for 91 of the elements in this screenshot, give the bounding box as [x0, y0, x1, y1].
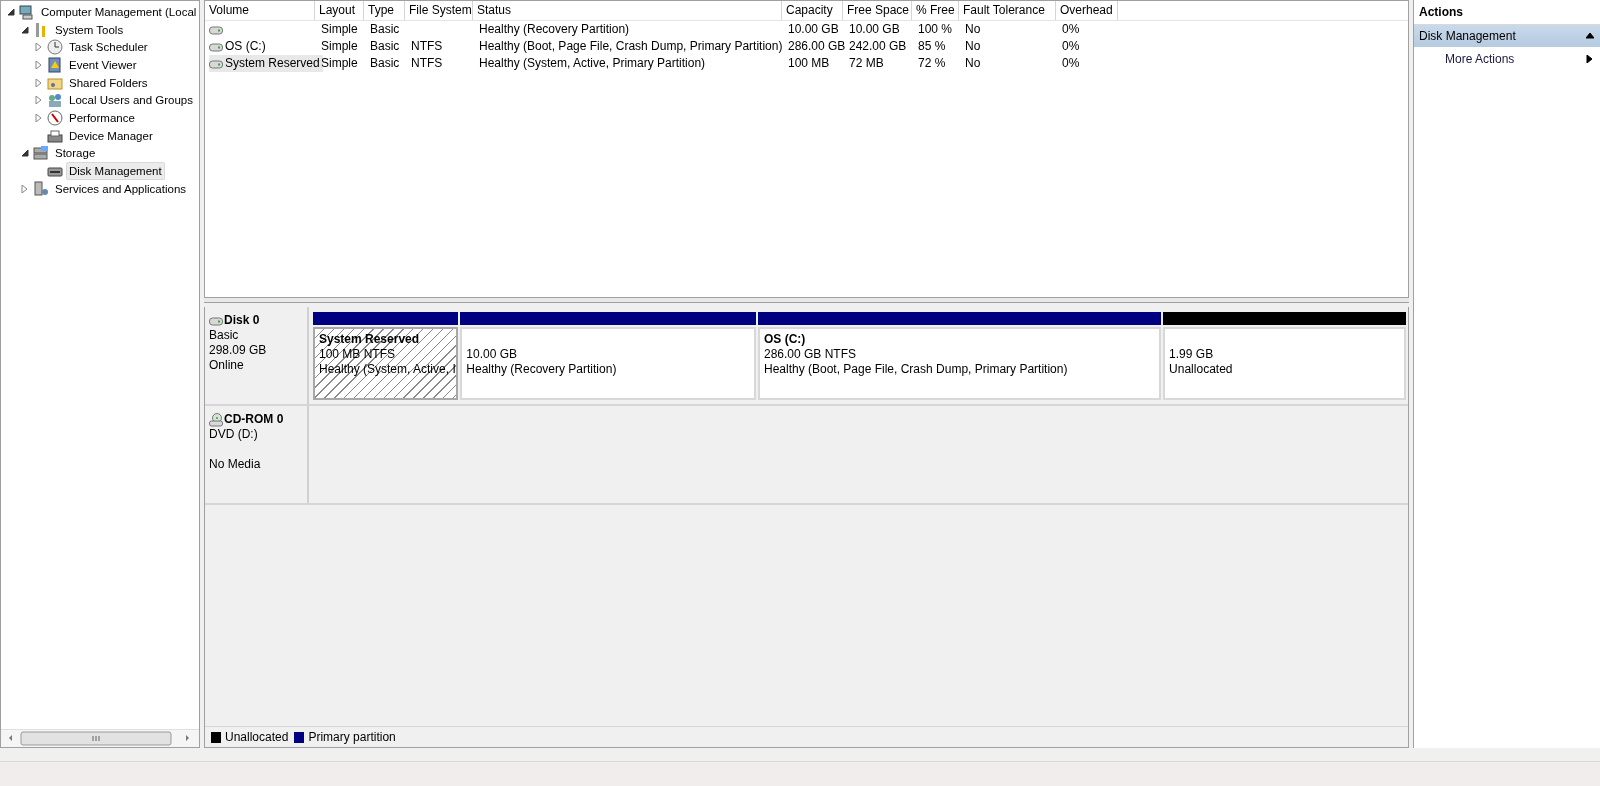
- table-cell: Simple: [321, 21, 358, 38]
- legend-label: Primary partition: [308, 730, 396, 744]
- tree-item[interactable]: Shared Folders: [66, 73, 151, 92]
- table-cell: 100 %: [918, 21, 953, 38]
- actions-section-header[interactable]: Disk Management: [1414, 25, 1600, 47]
- tree-item[interactable]: Services and Applications: [52, 179, 190, 198]
- drive-icon: [209, 24, 223, 35]
- table-cell[interactable]: OS (C:): [225, 38, 266, 55]
- table-cell: 242.00 GB: [849, 38, 907, 55]
- table-cell: No: [965, 38, 981, 55]
- partition[interactable]: 10.00 GB Healthy (Recovery Partition): [460, 327, 756, 400]
- table-cell: 85 %: [918, 38, 946, 55]
- submenu-arrow-icon[interactable]: [1586, 55, 1594, 63]
- partition-size: 286.00 GB NTFS: [763, 347, 857, 362]
- column-header[interactable]: Volume: [205, 1, 315, 20]
- table-cell: Basic: [370, 21, 400, 38]
- disk-name[interactable]: Disk 0: [224, 313, 260, 328]
- partition-status: Unallocated: [1169, 362, 1234, 377]
- table-cell: Healthy (Boot, Page File, Crash Dump, Primary Partition): [479, 38, 783, 55]
- table-cell: Healthy (System, Active, Primary Partition): [479, 55, 706, 72]
- gauge-icon: [47, 109, 63, 126]
- table-cell: 100 MB: [788, 55, 830, 72]
- horizontal-scrollbar[interactable]: [1, 729, 199, 747]
- disk-status: Online: [209, 358, 245, 373]
- partition-size: 1.99 GB: [1169, 347, 1215, 362]
- column-header[interactable]: Fault Tolerance: [959, 1, 1056, 20]
- column-header[interactable]: Overhead: [1056, 1, 1118, 20]
- printer-icon: [47, 127, 63, 144]
- storage-icon: [33, 145, 49, 162]
- table-cell: Simple: [321, 38, 358, 55]
- partition-title: OS (C:): [763, 332, 807, 347]
- collapse-icon[interactable]: [1586, 32, 1594, 40]
- table-cell: 0%: [1062, 21, 1080, 38]
- table-cell: 72 MB: [849, 55, 884, 72]
- partition[interactable]: OS (C:) 286.00 GB NTFS Healthy (Boot, Page File, Crash Dump, Primary Partition): [757, 327, 1162, 400]
- action-link[interactable]: More Actions: [1414, 47, 1600, 71]
- partition-title: System Reserved: [319, 332, 421, 347]
- drive-icon: [209, 315, 223, 326]
- clock-icon: [47, 39, 63, 56]
- disk-name[interactable]: CD-ROM 0: [224, 412, 284, 427]
- tree-item[interactable]: Performance: [66, 108, 138, 127]
- column-header[interactable]: Capacity: [782, 1, 843, 20]
- table-cell: 10.00 GB: [849, 21, 900, 38]
- column-header[interactable]: File System: [405, 1, 473, 20]
- table-cell: 0%: [1062, 55, 1080, 72]
- column-header[interactable]: Status: [473, 1, 782, 20]
- partition-status: Healthy (Boot, Page File, Crash Dump, Primary Partition): [763, 362, 1069, 377]
- column-header[interactable]: Layout: [315, 1, 364, 20]
- collapse-icon[interactable]: [21, 149, 29, 158]
- tree-item[interactable]: Local Users and Groups: [66, 91, 196, 110]
- column-header[interactable]: % Free: [912, 1, 959, 20]
- table-cell: Basic: [370, 55, 400, 72]
- tree-item[interactable]: Event Viewer: [66, 55, 140, 74]
- tree-item[interactable]: Device Manager: [66, 126, 156, 145]
- disk-type: Basic: [209, 328, 240, 343]
- table-cell: 10.00 GB: [788, 21, 839, 38]
- services-icon: [33, 180, 49, 197]
- expand-icon[interactable]: [21, 184, 29, 193]
- partition-status: Healthy (Recovery Partition): [466, 362, 618, 377]
- table-cell: 0%: [1062, 38, 1080, 55]
- disk-status: No Media: [209, 457, 262, 472]
- legend-label: Unallocated: [225, 730, 289, 744]
- tree-item[interactable]: Computer Management (Local: [38, 2, 199, 21]
- drive-icon: [209, 41, 223, 52]
- column-header[interactable]: Type: [364, 1, 405, 20]
- table-cell: NTFS: [411, 38, 443, 55]
- table-cell: Healthy (Recovery Partition): [479, 21, 630, 38]
- table-cell: Basic: [370, 38, 400, 55]
- cd-drive-icon: [209, 412, 223, 427]
- log-icon: [47, 56, 63, 73]
- table-cell: Simple: [321, 55, 358, 72]
- table-cell: 72 %: [918, 55, 946, 72]
- table-cell: 286.00 GB: [788, 38, 846, 55]
- partition-size: 100 MB NTFS: [319, 347, 397, 362]
- table-cell: NTFS: [411, 55, 443, 72]
- disk-type: DVD (D:): [209, 427, 259, 442]
- drive-icon: [209, 58, 223, 69]
- disk-size: 298.09 GB: [209, 343, 268, 358]
- table-cell: No: [965, 55, 981, 72]
- partition[interactable]: 1.99 GB Unallocated: [1163, 327, 1406, 400]
- tree-item[interactable]: Disk Management: [66, 162, 165, 181]
- partition-size: 10.00 GB: [466, 347, 519, 362]
- computer-icon: [19, 3, 35, 20]
- table-cell: No: [965, 21, 981, 38]
- tree-item[interactable]: Task Scheduler: [66, 38, 151, 57]
- partition-status: Healthy (System, Active, I: [319, 362, 453, 377]
- tree-item[interactable]: System Tools: [52, 20, 127, 39]
- users-icon: [47, 92, 63, 109]
- partition[interactable]: System Reserved 100 MB NTFS Healthy (System, Active, I: [313, 327, 459, 400]
- tree-item[interactable]: Storage: [52, 144, 99, 163]
- column-header[interactable]: Free Space: [843, 1, 912, 20]
